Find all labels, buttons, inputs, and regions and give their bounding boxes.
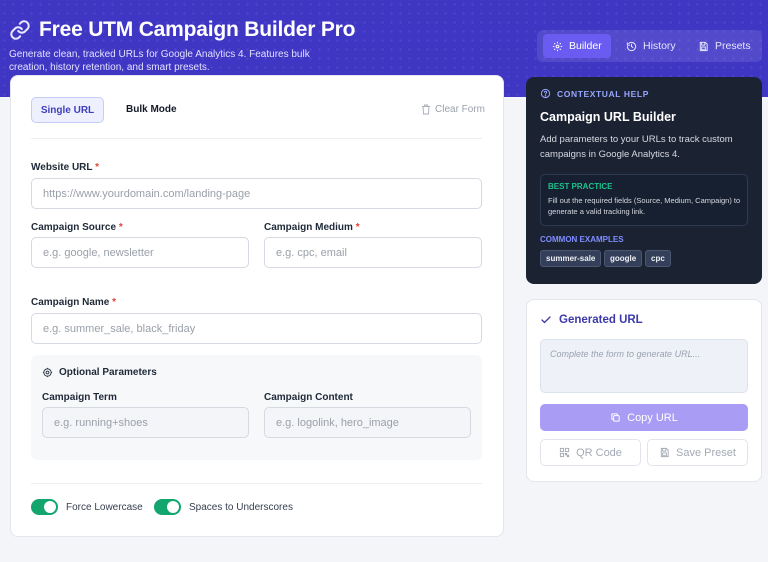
save-icon xyxy=(699,41,708,51)
campaign-source-input[interactable] xyxy=(31,237,249,268)
website-url-input[interactable] xyxy=(31,178,482,209)
nav-presets-button[interactable]: Presets xyxy=(689,34,760,58)
campaign-medium-input[interactable] xyxy=(264,237,482,268)
required-marker: * xyxy=(118,222,123,233)
app-title: Free UTM Campaign Builder Pro xyxy=(39,18,356,41)
save-icon xyxy=(660,447,669,458)
help-title: Campaign URL Builder xyxy=(540,110,676,124)
example-chip[interactable]: google xyxy=(604,250,643,267)
help-body: Add parameters to your URLs to track cus… xyxy=(540,134,733,160)
required-marker: * xyxy=(355,222,360,233)
force-lowercase-toggle[interactable] xyxy=(31,499,58,515)
website-url-label: Website URL * xyxy=(31,162,99,173)
link-icon xyxy=(10,20,30,40)
required-marker: * xyxy=(95,162,99,173)
best-practice-heading: BEST PRACTICE xyxy=(548,182,613,191)
best-practice-text: Fill out the required fields (Source, Me… xyxy=(548,196,741,216)
main-nav: Builder History Presets xyxy=(537,30,762,62)
gear-icon xyxy=(552,41,563,51)
qr-code-icon xyxy=(559,447,570,458)
contextual-help-heading: CONTEXTUAL HELP xyxy=(540,88,649,99)
clear-form-button[interactable]: Clear Form xyxy=(421,104,485,115)
campaign-content-label: Campaign Content xyxy=(264,392,353,403)
generated-url-title: Generated URL xyxy=(540,314,643,326)
trash-icon xyxy=(422,104,430,115)
nav-history-label: History xyxy=(643,40,676,52)
bulk-mode-tab[interactable]: Bulk Mode xyxy=(126,104,177,115)
campaign-content-input[interactable] xyxy=(264,407,471,438)
nav-presets-label: Presets xyxy=(715,40,751,52)
copy-icon xyxy=(611,413,620,422)
nav-history-button[interactable]: History xyxy=(617,34,685,58)
divider xyxy=(31,138,482,139)
campaign-name-label: Campaign Name * xyxy=(31,297,117,308)
campaign-term-input[interactable] xyxy=(42,407,249,438)
single-url-tab[interactable]: Single URL xyxy=(31,97,104,123)
gear-icon xyxy=(42,367,53,378)
help-circle-icon xyxy=(540,88,551,99)
campaign-term-label: Campaign Term xyxy=(42,392,117,403)
campaign-name-input[interactable] xyxy=(31,313,482,344)
history-icon xyxy=(626,41,637,51)
example-chip[interactable]: summer-sale xyxy=(540,250,602,267)
example-chip[interactable]: cpc xyxy=(645,250,671,267)
optional-parameters-title: Optional Parameters xyxy=(42,367,157,378)
clear-form-label: Clear Form xyxy=(435,104,486,115)
divider xyxy=(31,483,482,484)
common-examples-heading: COMMON EXAMPLES xyxy=(540,235,624,244)
app-subtitle: Generate clean, tracked URLs for Google … xyxy=(9,49,310,73)
campaign-source-label: Campaign Source * xyxy=(31,222,123,233)
spaces-to-underscores-toggle[interactable] xyxy=(154,499,181,515)
required-marker: * xyxy=(112,297,117,308)
app-title-row: Free UTM Campaign Builder Pro xyxy=(9,18,355,42)
generated-url-output[interactable]: Complete the form to generate URL... xyxy=(540,339,748,393)
spaces-to-underscores-label: Spaces to Underscores xyxy=(189,502,293,513)
check-icon xyxy=(541,316,551,324)
campaign-medium-label: Campaign Medium * xyxy=(264,222,360,233)
qr-code-button[interactable]: QR Code xyxy=(540,439,641,466)
nav-builder-button[interactable]: Builder xyxy=(543,34,611,58)
save-preset-button[interactable]: Save Preset xyxy=(647,439,748,466)
nav-builder-label: Builder xyxy=(569,40,602,52)
force-lowercase-label: Force Lowercase xyxy=(66,502,143,513)
copy-url-button[interactable]: Copy URL xyxy=(540,404,748,431)
